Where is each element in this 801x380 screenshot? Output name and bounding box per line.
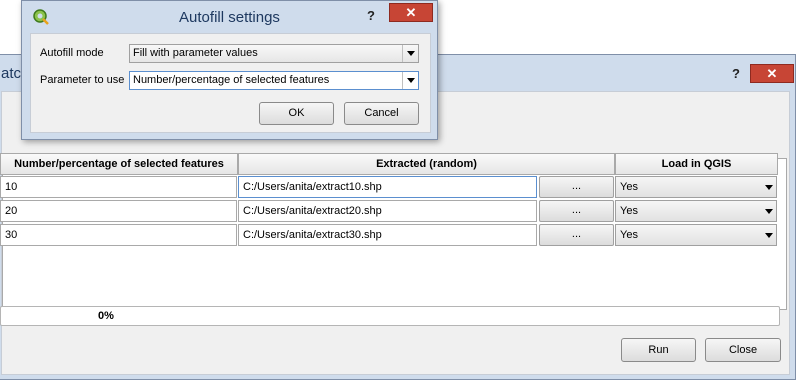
close-button[interactable]: Close: [705, 338, 781, 362]
column-header-load[interactable]: Load in QGIS: [615, 153, 778, 175]
column-header-extracted[interactable]: Extracted (random): [238, 153, 615, 175]
autofill-mode-value: Fill with parameter values: [133, 47, 258, 59]
load-in-qgis-value: Yes: [620, 229, 638, 241]
parameter-select[interactable]: Number/percentage of selected features: [129, 71, 419, 90]
browse-button[interactable]: ...: [539, 224, 614, 246]
load-in-qgis-select[interactable]: Yes: [615, 176, 777, 198]
extracted-path-input[interactable]: C:/Users/anita/extract30.shp: [238, 224, 537, 246]
number-input[interactable]: 10: [0, 176, 237, 198]
progress-bar: 0%: [0, 306, 780, 326]
extracted-path-input[interactable]: C:/Users/anita/extract10.shp: [238, 176, 537, 198]
autofill-mode-label: Autofill mode: [40, 47, 104, 59]
load-in-qgis-select[interactable]: Yes: [615, 224, 777, 246]
browse-button[interactable]: ...: [539, 200, 614, 222]
help-icon[interactable]: ?: [732, 66, 740, 81]
number-input[interactable]: 20: [0, 200, 237, 222]
dialog-body: Autofill mode Fill with parameter values…: [30, 33, 431, 133]
batch-window-title: atc: [1, 65, 21, 82]
progress-text: 0%: [98, 310, 114, 322]
run-button[interactable]: Run: [621, 338, 696, 362]
load-in-qgis-value: Yes: [620, 205, 638, 217]
dropdown-arrow-icon: [407, 51, 415, 56]
autofill-settings-dialog: Autofill settings ? ✕ Autofill mode Fill…: [21, 0, 438, 140]
dropdown-arrow-icon: [407, 78, 415, 83]
column-header-number[interactable]: Number/percentage of selected features: [0, 153, 238, 175]
cancel-button[interactable]: Cancel: [344, 102, 419, 125]
close-icon[interactable]: ✕: [750, 64, 794, 83]
close-icon[interactable]: ✕: [389, 3, 433, 22]
extracted-path-input[interactable]: C:/Users/anita/extract20.shp: [238, 200, 537, 222]
browse-button[interactable]: ...: [539, 176, 614, 198]
parameter-label: Parameter to use: [40, 74, 125, 86]
autofill-mode-select[interactable]: Fill with parameter values: [129, 44, 419, 63]
load-in-qgis-value: Yes: [620, 181, 638, 193]
ok-button[interactable]: OK: [259, 102, 334, 125]
dropdown-arrow-icon: [765, 233, 773, 238]
number-input[interactable]: 30: [0, 224, 237, 246]
load-in-qgis-select[interactable]: Yes: [615, 200, 777, 222]
dropdown-arrow-icon: [765, 185, 773, 190]
parameter-value: Number/percentage of selected features: [133, 74, 330, 86]
dropdown-arrow-icon: [765, 209, 773, 214]
help-icon[interactable]: ?: [367, 8, 375, 23]
